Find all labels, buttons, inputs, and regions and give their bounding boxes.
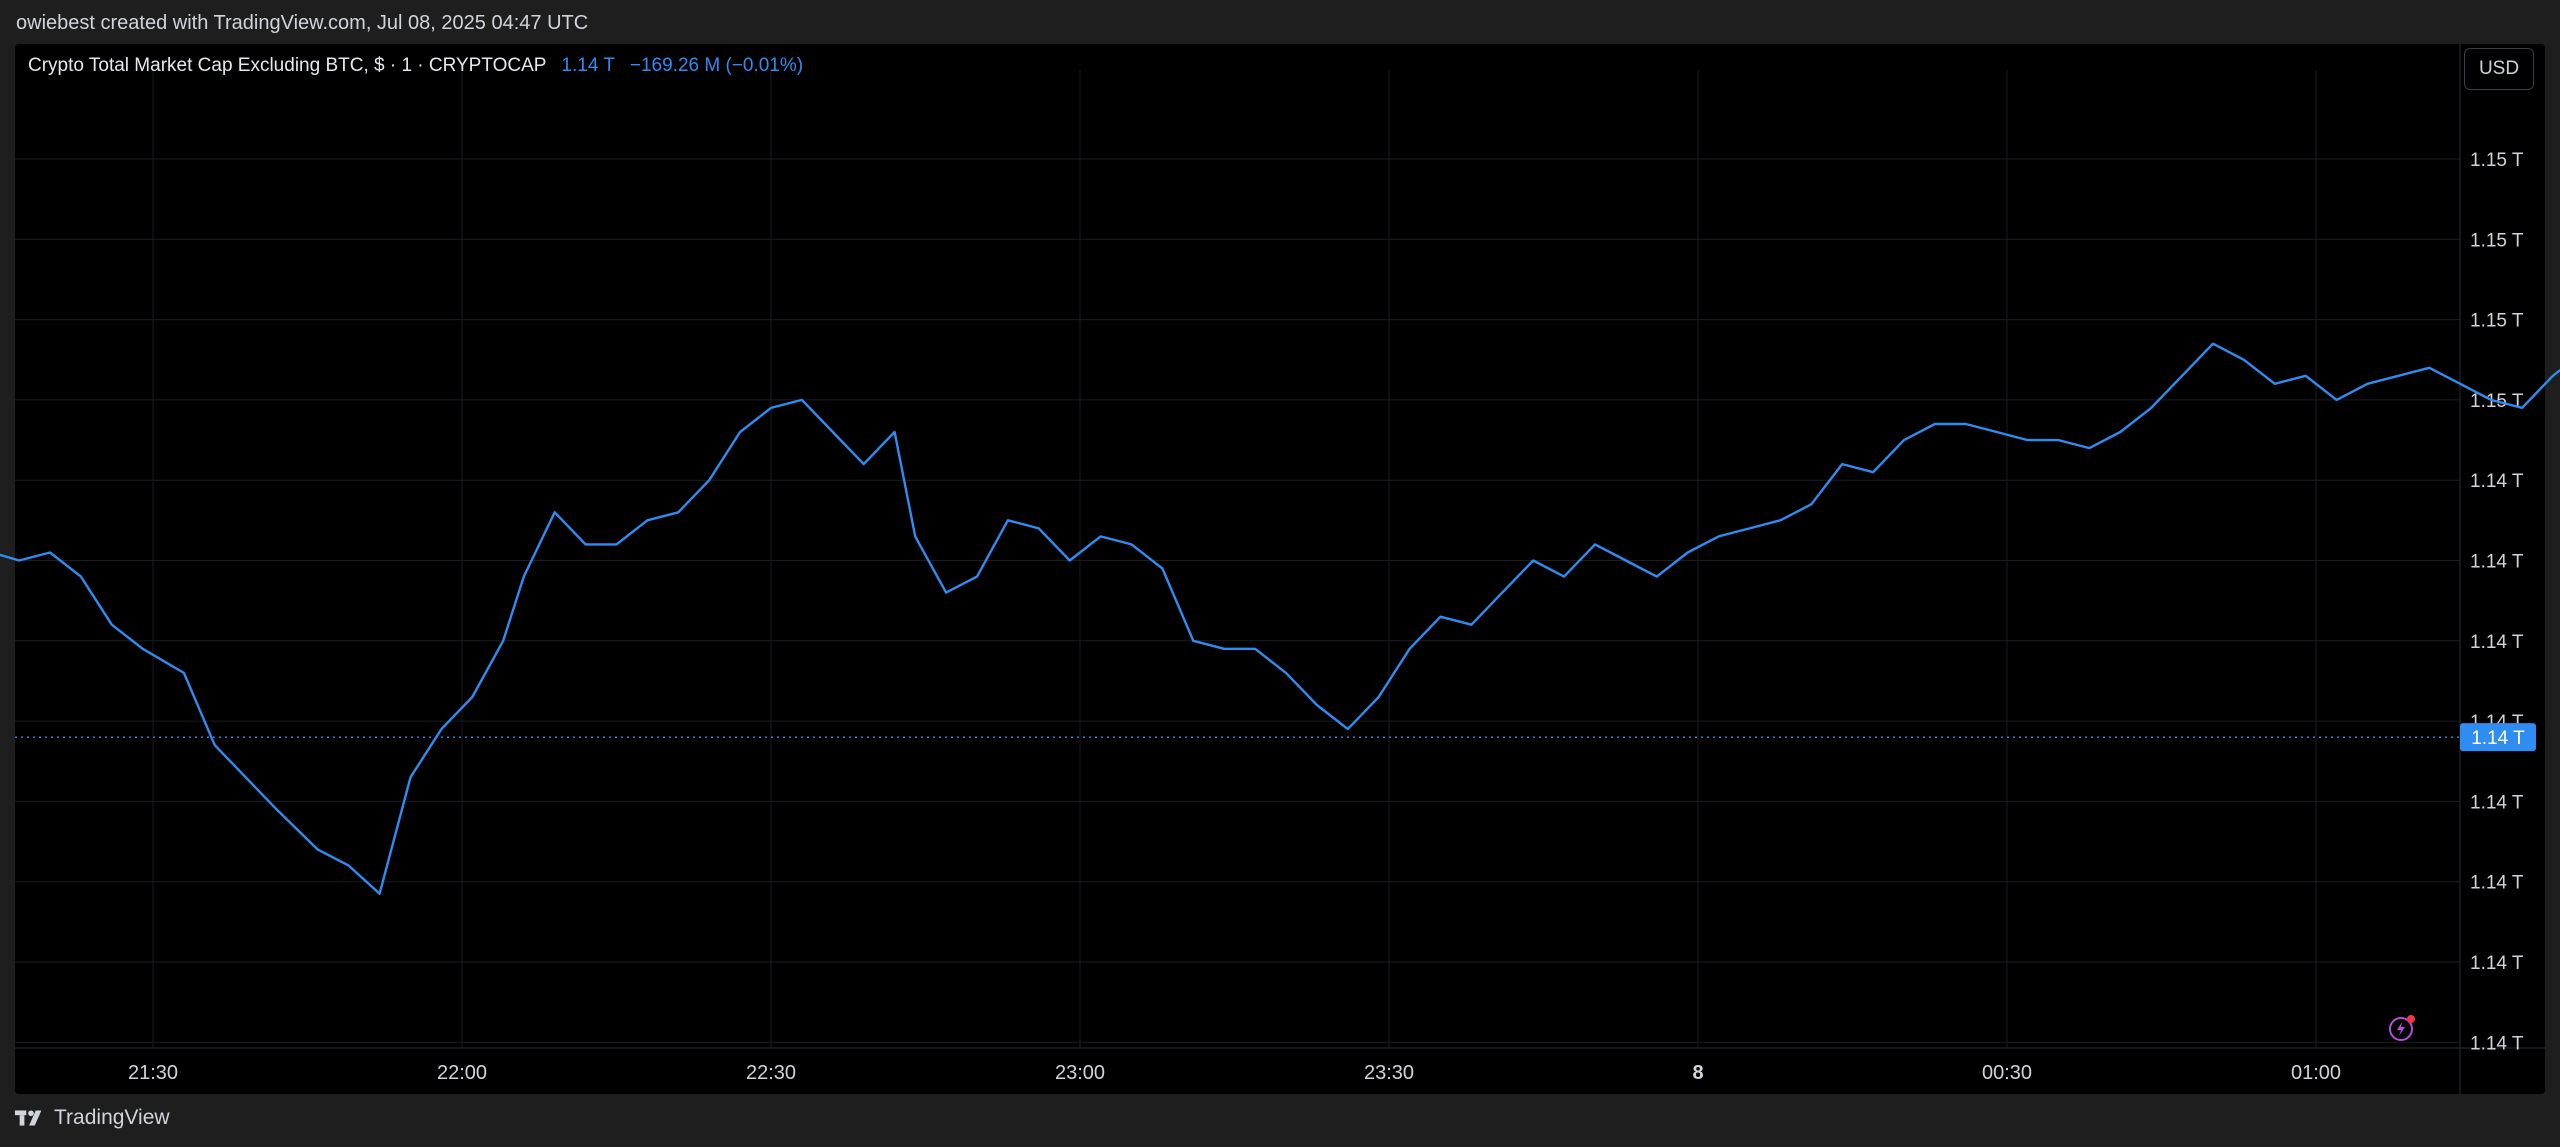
currency-button[interactable]: USD — [2464, 48, 2534, 90]
x-tick-label: 22:00 — [437, 1062, 487, 1084]
chart-legend: Crypto Total Market Cap Excluding BTC, $… — [28, 55, 803, 77]
x-tick-label: 01:00 — [2291, 1062, 2341, 1084]
y-tick-label: 1.15 T — [2470, 150, 2524, 171]
y-tick-label: 1.14 T — [2470, 471, 2524, 492]
last-value: 1.14 T — [561, 55, 615, 76]
x-tick-label: 23:00 — [1055, 1062, 1105, 1084]
footer-brand[interactable]: TradingView — [14, 1106, 170, 1130]
y-tick-label: 1.14 T — [2470, 953, 2524, 974]
x-tick-label: 22:30 — [746, 1062, 796, 1084]
last-price-label: 1.14 T — [2471, 728, 2525, 749]
y-tick-label: 1.15 T — [2470, 311, 2524, 332]
footer-brand-label: TradingView — [54, 1106, 170, 1129]
y-tick-label: 1.14 T — [2470, 792, 2524, 813]
price-axis: 1.15 T1.15 T1.15 T1.15 T1.14 T1.14 T1.14… — [2470, 150, 2524, 1054]
y-tick-label: 1.14 T — [2470, 632, 2524, 653]
price-chart[interactable]: 1.15 T1.15 T1.15 T1.15 T1.14 T1.14 T1.14… — [0, 0, 2560, 1147]
tradingview-logo-icon — [14, 1110, 42, 1126]
x-tick-label: 8 — [1692, 1062, 1703, 1084]
x-tick-label: 21:30 — [128, 1062, 178, 1084]
lightning-bolt-icon[interactable] — [2387, 1013, 2417, 1043]
x-tick-label: 23:30 — [1364, 1062, 1414, 1084]
symbol-title: Crypto Total Market Cap Excluding BTC, $… — [28, 55, 547, 76]
change-value: −169.26 M (−0.01%) — [629, 55, 804, 76]
last-price-marker: 1.14 T — [15, 723, 2536, 752]
time-axis: 21:3022:0022:3023:0023:30800:3001:0001:3… — [128, 1062, 2341, 1084]
y-tick-label: 1.14 T — [2470, 552, 2524, 573]
y-tick-label: 1.14 T — [2470, 873, 2524, 894]
y-tick-label: 1.15 T — [2470, 230, 2524, 251]
x-tick-label: 00:30 — [1982, 1062, 2032, 1084]
y-tick-label: 1.14 T — [2470, 1033, 2524, 1054]
chart-grid — [15, 44, 2545, 1094]
